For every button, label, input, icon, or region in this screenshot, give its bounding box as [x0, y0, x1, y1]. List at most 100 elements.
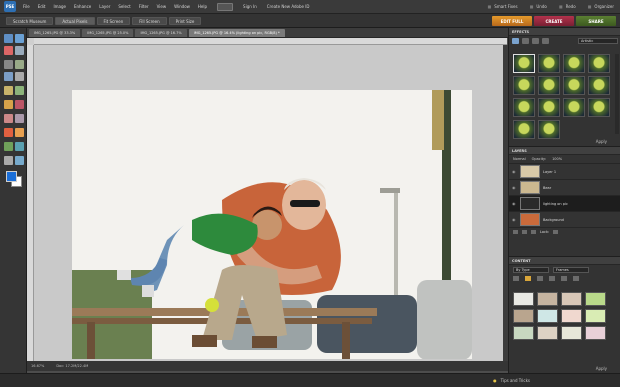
content-thumb[interactable] [513, 309, 534, 323]
themes-icon[interactable] [573, 276, 579, 281]
photo-image[interactable] [72, 90, 472, 359]
effect-thumb[interactable] [563, 54, 585, 73]
effect-thumb[interactable] [513, 76, 535, 95]
recompose-tool-icon[interactable] [4, 100, 13, 109]
scratch-museum-button[interactable]: Scratch Museum [6, 17, 54, 25]
fill-screen-button[interactable]: Fill Screen [132, 17, 167, 25]
zoom-tool-icon[interactable] [4, 34, 13, 43]
layer-row[interactable]: ◉ Bear [509, 179, 620, 195]
eyedropper-tool-icon[interactable] [15, 46, 24, 55]
opacity-value[interactable]: 100% [552, 157, 562, 161]
content-thumb[interactable] [561, 292, 582, 306]
layer-row-selected[interactable]: ◉ lighting on pic [509, 195, 620, 211]
content-thumb[interactable] [537, 292, 558, 306]
visibility-eye-icon[interactable]: ◉ [512, 185, 517, 190]
organizer-button[interactable]: Organizer [588, 4, 614, 9]
fit-screen-button[interactable]: Fit Screen [96, 17, 131, 25]
content-thumb[interactable] [561, 326, 582, 340]
print-size-button[interactable]: Print Size [168, 17, 202, 25]
canvas[interactable] [34, 45, 503, 361]
shape-tool-icon[interactable] [4, 156, 13, 165]
content-thumb[interactable] [585, 326, 606, 340]
effect-thumb[interactable] [538, 76, 560, 95]
effects-panel-header[interactable]: EFFECTS [509, 28, 620, 36]
frames-icon[interactable] [525, 276, 531, 281]
content-apply-button[interactable]: Apply [596, 366, 607, 371]
marquee-tool-icon[interactable] [4, 60, 13, 69]
smart-fixes-button[interactable]: Smart Fixes [488, 4, 517, 9]
effect-thumb[interactable] [588, 76, 610, 95]
effect-thumb[interactable] [563, 98, 585, 117]
content-thumb[interactable] [537, 309, 558, 323]
menu-file[interactable]: File [23, 4, 30, 9]
brush-tool-icon[interactable] [15, 128, 24, 137]
layers-panel-header[interactable]: LAYERS [509, 147, 620, 155]
magic-wand-tool-icon[interactable] [4, 72, 13, 81]
screen-mode-dropdown[interactable] [217, 2, 234, 11]
eraser-tool-icon[interactable] [4, 128, 13, 137]
menu-select[interactable]: Select [118, 4, 130, 9]
document-tab-2[interactable]: IMG_1265.JPG @ 25.0% [82, 29, 134, 37]
visibility-eye-icon[interactable]: ◉ [512, 201, 517, 206]
effect-thumb[interactable] [563, 76, 585, 95]
menu-filter[interactable]: Filter [139, 4, 149, 9]
effect-thumb[interactable] [538, 54, 560, 73]
filters-icon[interactable] [512, 38, 519, 44]
backgrounds-icon[interactable] [513, 276, 519, 281]
content-thumb[interactable] [513, 326, 534, 340]
type-tool-icon[interactable] [4, 86, 13, 95]
graphics-icon[interactable] [537, 276, 543, 281]
layer-row[interactable]: ◉ Layer 1 [509, 163, 620, 179]
mask-icon[interactable] [531, 229, 536, 234]
adjustment-layer-icon[interactable] [522, 229, 527, 234]
visibility-eye-icon[interactable]: ◉ [512, 169, 517, 174]
menu-help[interactable]: Help [198, 4, 207, 9]
clone-stamp-tool-icon[interactable] [15, 114, 24, 123]
zoom-level[interactable]: 16.67% [31, 364, 44, 368]
create-adobe-id-link[interactable]: Create New Adobe ID [267, 4, 310, 9]
menu-enhance[interactable]: Enhance [74, 4, 91, 9]
visibility-eye-icon[interactable]: ◉ [512, 217, 517, 222]
menu-view[interactable]: View [157, 4, 167, 9]
effect-thumb[interactable] [538, 120, 560, 139]
document-tab-active[interactable]: IMG_1265.JPG @ 16.4% (lighting on pic, R… [188, 29, 285, 37]
content-thumb[interactable] [513, 292, 534, 306]
quick-selection-tool-icon[interactable] [15, 72, 24, 81]
gradient-tool-icon[interactable] [15, 142, 24, 151]
sign-in-link[interactable]: Sign In [243, 4, 257, 9]
effects-category-select[interactable]: Artistic [578, 38, 618, 44]
tips-and-tricks-link[interactable]: ● Tips and Tricks [493, 378, 530, 383]
healing-brush-tool-icon[interactable] [4, 114, 13, 123]
redo-button[interactable]: Redo [559, 4, 576, 9]
effects-scrollbar[interactable] [615, 54, 619, 134]
content-thumb[interactable] [561, 309, 582, 323]
layer-styles-icon[interactable] [522, 38, 529, 44]
effect-thumb[interactable] [538, 98, 560, 117]
effect-thumb[interactable] [513, 54, 535, 73]
effect-thumb[interactable] [513, 120, 535, 139]
sort-by-select[interactable]: By Type [513, 266, 549, 273]
share-tab[interactable]: SHARE [576, 16, 616, 26]
show-all-icon[interactable] [542, 38, 549, 44]
new-layer-icon[interactable] [513, 229, 518, 234]
menu-window[interactable]: Window [174, 4, 190, 9]
undo-button[interactable]: Undo [530, 4, 546, 9]
content-thumb[interactable] [537, 326, 558, 340]
text-icon[interactable] [561, 276, 567, 281]
create-tab[interactable]: CREATE [534, 16, 574, 26]
content-thumb[interactable] [585, 292, 606, 306]
foreground-color-swatch[interactable] [6, 171, 17, 182]
content-type-select[interactable]: Frames [553, 266, 589, 273]
blur-tool-icon[interactable] [15, 156, 24, 165]
effect-thumb[interactable] [513, 98, 535, 117]
menu-layer[interactable]: Layer [99, 4, 110, 9]
delete-layer-icon[interactable] [553, 229, 559, 234]
move-tool-icon[interactable] [4, 46, 13, 55]
edit-full-tab[interactable]: EDIT FULL [492, 16, 532, 26]
document-tab-1[interactable]: IMG_1265.JPG @ 33.3% [29, 29, 81, 37]
menu-edit[interactable]: Edit [38, 4, 46, 9]
crop-tool-icon[interactable] [15, 86, 24, 95]
red-eye-tool-icon[interactable] [15, 100, 24, 109]
document-tab-3[interactable]: IMG_1265.JPG @ 16.7% [135, 29, 187, 37]
effect-thumb[interactable] [588, 98, 610, 117]
